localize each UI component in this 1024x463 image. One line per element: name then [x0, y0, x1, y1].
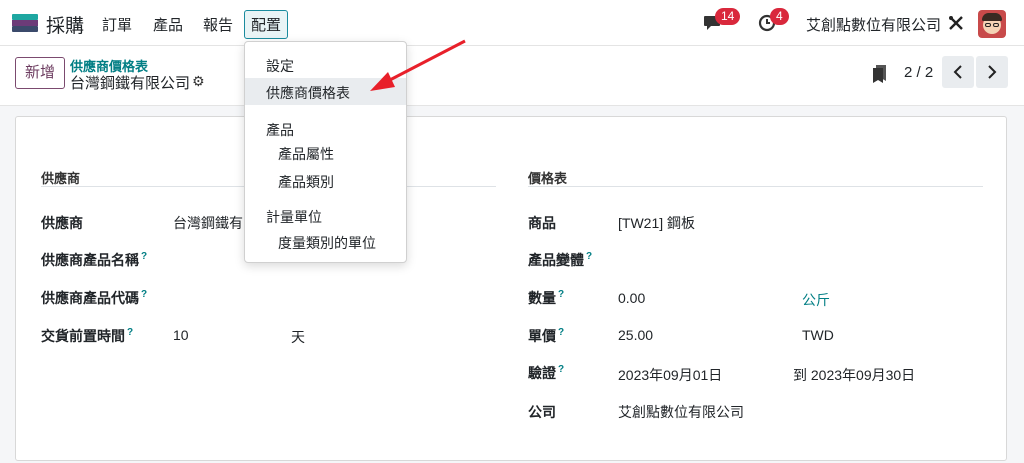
menu-orders[interactable]: 訂單 — [102, 14, 132, 35]
bookmark-icon[interactable] — [872, 64, 888, 84]
messages-button[interactable]: 14 — [703, 8, 741, 34]
messages-badge: 14 — [715, 8, 741, 25]
dropdown-settings[interactable]: 設定 — [266, 56, 294, 76]
pager-value[interactable]: 2 / 2 — [904, 64, 933, 81]
debug-tools-button[interactable] — [948, 15, 964, 34]
dropdown-product-attributes[interactable]: 產品屬性 — [278, 144, 334, 164]
lead-time-unit: 天 — [291, 329, 305, 345]
product-field[interactable]: [TW21] 鋼板 — [618, 213, 695, 233]
menu-configuration[interactable]: 配置 — [244, 10, 289, 39]
currency-field[interactable]: TWD — [802, 327, 834, 343]
price-label: 單價? — [528, 327, 565, 344]
lead-time-field[interactable]: 10 — [173, 327, 189, 343]
configuration-dropdown: 設定 供應商價格表 產品 產品屬性 產品類別 計量單位 度量類別的單位 — [244, 41, 407, 263]
vendor-field[interactable]: 台灣鋼鐵有 — [173, 213, 243, 233]
validity-end-field[interactable]: 到 2023年09月30日 — [793, 365, 915, 385]
pager-previous-button[interactable] — [942, 56, 974, 88]
user-avatar[interactable] — [978, 10, 1006, 38]
gear-icon[interactable]: ⚙ — [192, 73, 205, 90]
activities-button[interactable]: 4 — [758, 8, 789, 35]
company-label: 公司 — [528, 404, 556, 420]
variant-label: 產品變體? — [528, 251, 593, 268]
help-icon: ? — [586, 251, 593, 263]
vendor-label: 供應商 — [41, 215, 83, 231]
quantity-label: 數量? — [528, 289, 565, 306]
pricelist-section-divider — [528, 186, 983, 187]
dropdown-uom-categories[interactable]: 度量類別的單位 — [278, 233, 376, 253]
quantity-field[interactable]: 0.00 — [618, 290, 645, 306]
vendor-product-code-label: 供應商產品代碼? — [41, 289, 148, 306]
help-icon: ? — [558, 364, 565, 376]
activities-badge: 4 — [770, 8, 789, 25]
tools-icon — [949, 16, 963, 30]
help-icon: ? — [127, 327, 134, 339]
vendor-section-title: 供應商 — [41, 171, 81, 186]
record-title: 台灣鋼鐵有限公司 — [70, 75, 191, 92]
product-label: 商品 — [528, 215, 556, 231]
pricelist-section-title: 價格表 — [528, 171, 568, 186]
company-switcher[interactable]: 艾創點數位有限公司 — [806, 14, 941, 35]
control-panel: 新增 供應商價格表 台灣鋼鐵有限公司 ⚙ 2 / 2 — [0, 46, 1024, 106]
dropdown-products-header: 產品 — [266, 122, 294, 138]
help-icon: ? — [558, 289, 565, 301]
form-sheet: 供應商 供應商 台灣鋼鐵有 供應商產品名稱? 供應商產品代碼? 交貨前置時間? … — [15, 116, 1007, 461]
help-icon: ? — [141, 289, 148, 301]
chevron-right-icon — [988, 65, 997, 79]
quantity-uom-link[interactable]: 公斤 — [802, 290, 830, 310]
menu-products[interactable]: 產品 — [153, 14, 183, 35]
chevron-left-icon — [953, 65, 962, 79]
menu-reporting[interactable]: 報告 — [203, 14, 233, 35]
vendor-product-name-label: 供應商產品名稱? — [41, 251, 148, 268]
help-icon: ? — [558, 327, 565, 339]
pager-next-button[interactable] — [976, 56, 1008, 88]
app-title[interactable]: 採購 — [46, 11, 84, 38]
price-field[interactable]: 25.00 — [618, 327, 653, 343]
dropdown-product-categories[interactable]: 產品類別 — [278, 172, 334, 192]
company-field[interactable]: 艾創點數位有限公司 — [618, 402, 744, 422]
dropdown-uom-header: 計量單位 — [266, 209, 322, 225]
lead-time-label: 交貨前置時間? — [41, 327, 134, 344]
validity-start-field[interactable]: 2023年09月01日 — [618, 365, 722, 385]
dropdown-vendor-pricelists[interactable]: 供應商價格表 — [266, 83, 350, 103]
help-icon: ? — [141, 251, 148, 263]
validity-label: 驗證? — [528, 364, 565, 381]
app-menu-icon[interactable] — [12, 14, 38, 32]
new-button[interactable]: 新增 — [15, 57, 65, 89]
top-navbar: 採購 訂單 產品 報告 配置 14 4 艾創點數位有限公司 — [0, 0, 1024, 46]
